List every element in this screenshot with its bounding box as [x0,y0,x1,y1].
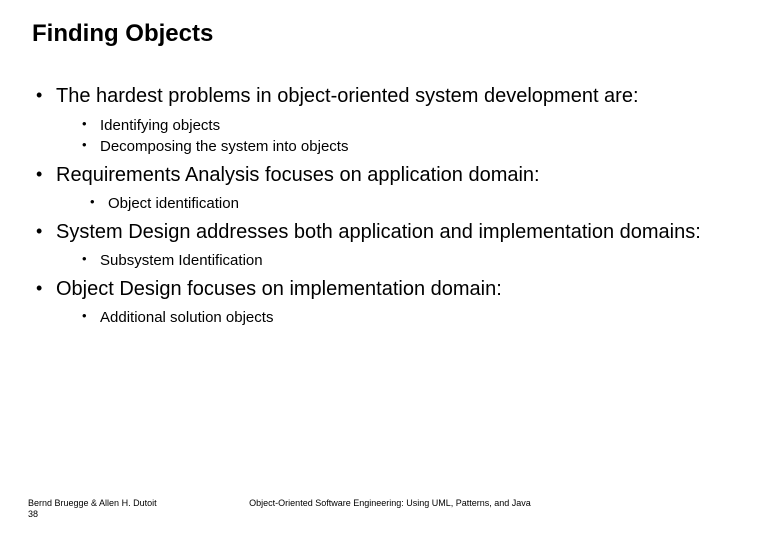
bullet-text: Additional solution objects [100,309,273,326]
bullet-text: Subsystem Identification [100,252,263,269]
bullet-list-level2: Object identification [56,194,752,214]
bullet-l1-item: Requirements Analysis focuses on applica… [56,163,752,214]
bullet-list-level2: Subsystem Identification [56,251,752,271]
bullet-text: Object identification [108,195,239,212]
bullet-l2-item: Decomposing the system into objects [100,137,752,157]
bullet-l1-item: Object Design focuses on implementation … [56,277,752,328]
footer-booktitle: Object-Oriented Software Engineering: Us… [28,498,752,508]
bullet-text: The hardest problems in object-oriented … [56,85,639,107]
slide: Finding Objects The hardest problems in … [0,0,780,540]
bullet-text: Object Design focuses on implementation … [56,278,502,300]
bullet-l1-item: System Design addresses both application… [56,220,752,271]
bullet-l2-item: Additional solution objects [100,308,752,328]
bullet-l2-item: Identifying objects [100,116,752,136]
bullet-text: Decomposing the system into objects [100,138,348,155]
bullet-list-level1: The hardest problems in object-oriented … [28,84,752,328]
footer-page: 38 [28,509,38,519]
footer: Bernd Bruegge & Allen H. Dutoit 38 Objec… [28,498,752,521]
bullet-text: System Design addresses both application… [56,221,701,243]
bullet-l2-item: Subsystem Identification [100,251,752,271]
bullet-text: Identifying objects [100,117,220,134]
bullet-list-level2: Additional solution objects [56,308,752,328]
bullet-text: Requirements Analysis focuses on applica… [56,164,540,186]
slide-title: Finding Objects [32,20,752,48]
bullet-list-level2: Identifying objects Decomposing the syst… [56,116,752,157]
bullet-l2-item: Object identification [108,194,752,214]
bullet-l1-item: The hardest problems in object-oriented … [56,84,752,157]
